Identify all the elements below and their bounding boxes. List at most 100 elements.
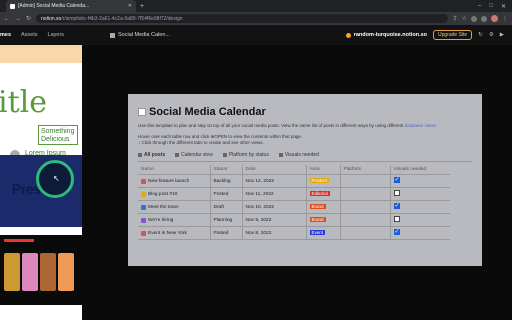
database-views-link[interactable]: database views. bbox=[405, 123, 437, 128]
area-cell[interactable]: Event bbox=[306, 226, 341, 240]
table-row[interactable]: New feature launch Backlog Nov 12, 2022 … bbox=[138, 174, 450, 188]
tab-label: Platform by status bbox=[228, 152, 269, 158]
column-header-status[interactable]: Status bbox=[210, 165, 243, 175]
platform-cell[interactable] bbox=[340, 187, 391, 201]
visuals-cell[interactable] bbox=[390, 213, 450, 227]
extension-icon[interactable] bbox=[471, 15, 477, 22]
column-header-date[interactable]: Date bbox=[242, 165, 307, 175]
tab-layers[interactable]: Layers bbox=[48, 32, 65, 38]
database-view-tabs: All posts Calendar view Platform by stat… bbox=[138, 152, 472, 162]
name-cell[interactable]: We're hiring bbox=[138, 213, 211, 227]
tab-calendar-view[interactable]: Calendar view bbox=[175, 152, 213, 158]
name-cell[interactable]: Blog post #10 bbox=[138, 187, 211, 201]
table-row[interactable]: Meet the team Draft Nov 10, 2022 Brand bbox=[138, 200, 450, 214]
table-header-row: Name Status Date Area Platform Visuals n… bbox=[138, 165, 450, 175]
visuals-cell[interactable] bbox=[390, 200, 450, 214]
visuals-checkbox[interactable] bbox=[393, 228, 400, 235]
tab-label: Calendar view bbox=[181, 152, 213, 158]
name-cell[interactable]: Meet the team bbox=[138, 200, 211, 214]
url-host: notion.so bbox=[41, 15, 62, 22]
table-row[interactable]: Blog post #10 Posted Nov 11, 2022 Editor… bbox=[138, 187, 450, 201]
extension-icon[interactable] bbox=[481, 15, 487, 22]
play-icon[interactable]: ▶ bbox=[500, 32, 504, 38]
notion-page-frame[interactable]: Social Media Calendar Use this template … bbox=[128, 94, 482, 266]
area-cell[interactable]: Brand bbox=[306, 200, 341, 214]
gear-icon[interactable]: ⚙ bbox=[489, 32, 494, 38]
new-tab-button[interactable]: + bbox=[140, 3, 144, 10]
window-controls: – □ ✕ bbox=[478, 3, 512, 10]
share-icon[interactable]: ⇪ bbox=[453, 15, 458, 22]
column-header-platform[interactable]: Platform bbox=[340, 165, 391, 175]
reload-icon[interactable]: ↻ bbox=[26, 15, 31, 22]
browser-tab-bar: [Admin] Social Media Calenda... ✕ + – □ … bbox=[0, 0, 512, 12]
area-cell[interactable]: Brand bbox=[306, 213, 341, 227]
status-cell[interactable]: Backlog bbox=[210, 174, 243, 188]
refresh-icon[interactable]: ↻ bbox=[478, 32, 483, 38]
tab-assets[interactable]: Assets bbox=[21, 32, 38, 38]
tab-title: [Admin] Social Media Calenda... bbox=[18, 3, 90, 9]
table-row[interactable]: Event in New York Posted Nov 8, 2022 Eve… bbox=[138, 226, 450, 240]
status-cell[interactable]: Planning bbox=[210, 213, 243, 227]
minimize-button[interactable]: – bbox=[478, 3, 481, 10]
site-globe-icon bbox=[345, 32, 351, 38]
date-cell[interactable]: Nov 8, 2022 bbox=[242, 226, 307, 240]
thumbnail-1[interactable] bbox=[0, 45, 82, 63]
visuals-cell[interactable] bbox=[390, 174, 450, 188]
area-cell[interactable]: Product bbox=[306, 174, 341, 188]
page-title[interactable]: Social Media Calen... bbox=[110, 32, 170, 38]
tab-platform-by-status[interactable]: Platform by status bbox=[222, 152, 269, 158]
date-cell[interactable]: Nov 10, 2022 bbox=[242, 200, 307, 214]
extensions-area: ⇪ ☆ ⋮ bbox=[453, 15, 508, 22]
visuals-checkbox[interactable] bbox=[393, 176, 400, 183]
row-page-icon bbox=[141, 191, 146, 197]
url-path: /r/simplistic-f4b3-2a61-4c2a-9a89-7f54f6… bbox=[61, 15, 183, 22]
status-cell[interactable]: Draft bbox=[210, 200, 243, 214]
date-cell[interactable]: Nov 11, 2022 bbox=[242, 187, 307, 201]
date-cell[interactable]: Nov 12, 2022 bbox=[242, 174, 307, 188]
platform-cell[interactable] bbox=[340, 174, 391, 188]
tab-visuals-needed[interactable]: Visuals needed bbox=[278, 152, 319, 158]
tab-all-posts[interactable]: All posts bbox=[138, 152, 165, 158]
table-row[interactable]: We're hiring Planning Nov 9, 2022 Brand bbox=[138, 213, 450, 227]
tab-label: All posts bbox=[144, 152, 166, 158]
visuals-cell[interactable] bbox=[390, 187, 450, 201]
upgrade-site-button[interactable]: Upgrade Site bbox=[433, 30, 473, 40]
date-cell[interactable]: Nov 9, 2022 bbox=[242, 213, 307, 227]
visuals-checkbox[interactable] bbox=[393, 202, 400, 209]
column-header-name[interactable]: Name bbox=[138, 165, 211, 175]
name-cell[interactable]: Event in New York bbox=[138, 226, 211, 240]
url-field[interactable]: notion.so/r/simplistic-f4b3-2a61-4c2a-9a… bbox=[36, 14, 448, 23]
site-selector[interactable]: random-turquoise.notion.so bbox=[345, 32, 427, 38]
address-bar: ← → ↻ notion.so/r/simplistic-f4b3-2a61-4… bbox=[0, 12, 512, 25]
close-window-button[interactable]: ✕ bbox=[501, 3, 506, 10]
area-cell[interactable]: Editorial bbox=[306, 187, 341, 201]
platform-cell[interactable] bbox=[340, 226, 391, 240]
browser-tab[interactable]: [Admin] Social Media Calenda... ✕ bbox=[6, 0, 136, 12]
menu-dots-icon[interactable]: ⋮ bbox=[502, 15, 508, 22]
name-cell[interactable]: New feature launch bbox=[138, 174, 211, 188]
row-name: New feature launch bbox=[148, 178, 190, 184]
thumbnail-4[interactable] bbox=[0, 235, 82, 305]
bookmark-star-icon[interactable]: ☆ bbox=[462, 15, 467, 22]
visuals-checkbox[interactable] bbox=[393, 190, 400, 196]
status-cell[interactable]: Posted bbox=[210, 226, 243, 240]
column-header-area[interactable]: Area bbox=[306, 165, 341, 175]
maximize-button[interactable]: □ bbox=[489, 3, 493, 10]
area-tag: Product bbox=[309, 178, 330, 183]
status-cell[interactable]: Posted bbox=[210, 187, 243, 201]
visuals-cell[interactable] bbox=[390, 226, 450, 240]
page-title-text: Social Media Calen... bbox=[118, 32, 170, 38]
forward-arrow-icon[interactable]: → bbox=[15, 16, 21, 22]
column-header-visuals-needed[interactable]: Visuals needed bbox=[390, 165, 450, 175]
back-arrow-icon[interactable]: ← bbox=[4, 16, 10, 22]
visuals-checkbox[interactable] bbox=[393, 216, 400, 222]
thumbnail-3[interactable]: Prese ↖ bbox=[0, 155, 82, 227]
close-tab-icon[interactable]: ✕ bbox=[128, 3, 132, 9]
calendar-icon bbox=[175, 153, 180, 157]
platform-cell[interactable] bbox=[340, 213, 391, 227]
platform-cell[interactable] bbox=[340, 200, 391, 214]
profile-avatar[interactable] bbox=[491, 15, 498, 22]
area-tag: Brand bbox=[309, 217, 326, 222]
tab-label: Visuals needed bbox=[284, 152, 319, 158]
tab-pages[interactable]: mes bbox=[0, 32, 11, 38]
